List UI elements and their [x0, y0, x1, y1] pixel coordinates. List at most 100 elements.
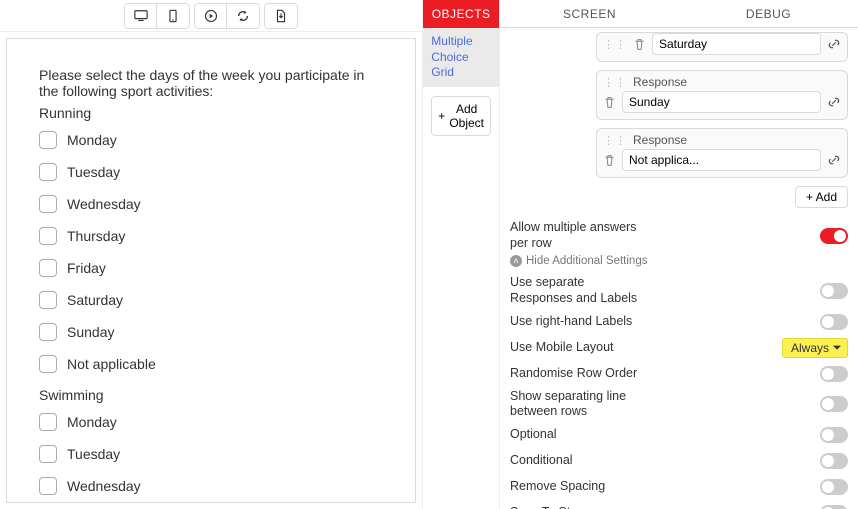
add-object-label: Add Object — [449, 102, 484, 130]
inspector-pane: SCREEN DEBUG ⋮⋮⋮⋮Response⋮⋮Response + Ad… — [500, 0, 858, 509]
link-icon[interactable] — [827, 37, 841, 51]
setting-label: Allow multiple answers per row — [510, 220, 640, 251]
option-label: Thursday — [67, 228, 125, 244]
response-block: ⋮⋮Response — [596, 70, 848, 120]
option-label: Wednesday — [67, 196, 141, 212]
setting-randomise: Randomise Row Order — [510, 363, 848, 385]
toggle-allow-multiple[interactable] — [820, 228, 848, 244]
setting-label: Use separate Responses and Labels — [510, 275, 640, 306]
response-title: Response — [633, 133, 687, 147]
option-row[interactable]: Wednesday — [39, 477, 383, 495]
tab-screen[interactable]: SCREEN — [500, 0, 679, 28]
drag-handle-icon[interactable]: ⋮⋮ — [603, 76, 627, 89]
link-icon[interactable] — [827, 95, 841, 109]
plus-icon: + — [438, 109, 445, 123]
refresh-icon — [236, 9, 250, 23]
option-row[interactable]: Monday — [39, 131, 383, 149]
checkbox[interactable] — [39, 163, 57, 181]
option-row[interactable]: Saturday — [39, 291, 383, 309]
checkbox[interactable] — [39, 355, 57, 373]
toggle-spacing[interactable] — [820, 479, 848, 495]
setting-sepline: Show separating line between rows — [510, 389, 848, 420]
option-row[interactable]: Sunday — [39, 323, 383, 341]
checkbox[interactable] — [39, 259, 57, 277]
group-label: Running — [39, 105, 383, 121]
option-row[interactable]: Tuesday — [39, 445, 383, 463]
setting-label: Randomise Row Order — [510, 366, 637, 382]
drag-handle-icon[interactable]: ⋮⋮ — [603, 38, 627, 51]
preview-canvas[interactable]: Please select the days of the week you p… — [6, 38, 416, 503]
object-item-mcgrid[interactable]: Multiple Choice Grid — [423, 28, 499, 88]
response-input[interactable] — [622, 91, 821, 113]
response-input[interactable] — [652, 33, 821, 55]
response-input[interactable] — [622, 149, 821, 171]
toggle-randomise[interactable] — [820, 366, 848, 382]
link-icon[interactable] — [827, 153, 841, 167]
question-text: Please select the days of the week you p… — [39, 67, 383, 99]
checkbox[interactable] — [39, 413, 57, 431]
drag-handle-icon[interactable]: ⋮⋮ — [603, 134, 627, 147]
option-label: Sunday — [67, 324, 114, 340]
checkbox[interactable] — [39, 477, 57, 495]
setting-spacing: Remove Spacing — [510, 476, 848, 498]
refresh-button[interactable] — [227, 4, 259, 28]
toggle-conditional[interactable] — [820, 453, 848, 469]
setting-label: Use right-hand Labels — [510, 314, 632, 330]
file-icon — [274, 9, 288, 23]
chevron-up-icon: ˄ — [510, 255, 522, 267]
option-row[interactable]: Wednesday — [39, 195, 383, 213]
toggle-righthand[interactable] — [820, 314, 848, 330]
setting-label: Optional — [510, 427, 557, 443]
desktop-icon — [134, 9, 148, 23]
toggle-optional[interactable] — [820, 427, 848, 443]
option-label: Saturday — [67, 292, 123, 308]
trash-icon[interactable] — [603, 96, 616, 109]
setting-mobile: Use Mobile LayoutAlways — [510, 337, 848, 359]
action-group — [194, 3, 260, 29]
setting-label: Save To Store — [510, 505, 588, 509]
toggle-separate[interactable] — [820, 283, 848, 299]
setting-store: Save To Store — [510, 502, 848, 509]
mobile-button[interactable] — [157, 4, 189, 28]
option-row[interactable]: Friday — [39, 259, 383, 277]
option-row[interactable]: Tuesday — [39, 163, 383, 181]
toggle-store[interactable] — [820, 505, 848, 509]
right-tabs: SCREEN DEBUG — [500, 0, 858, 28]
preview-toolbar — [0, 0, 422, 32]
add-response-button[interactable]: + Add — [795, 186, 848, 208]
desktop-button[interactable] — [125, 4, 157, 28]
checkbox[interactable] — [39, 227, 57, 245]
trash-icon[interactable] — [603, 154, 616, 167]
mid-tabs: OBJECTS — [423, 0, 499, 28]
add-object-button[interactable]: + Add Object — [431, 96, 491, 136]
setting-optional: Optional — [510, 424, 848, 446]
option-row[interactable]: Monday — [39, 413, 383, 431]
tab-objects[interactable]: OBJECTS — [423, 0, 499, 28]
hide-additional-settings[interactable]: ˄ Hide Additional Settings — [510, 255, 848, 267]
setting-label: Show separating line between rows — [510, 389, 640, 420]
checkbox[interactable] — [39, 445, 57, 463]
toggle-sepline[interactable] — [820, 396, 848, 412]
option-row[interactable]: Not applicable — [39, 355, 383, 373]
setting-label: Conditional — [510, 453, 573, 469]
object-list: Multiple Choice Grid — [423, 28, 499, 88]
group-label: Swimming — [39, 387, 383, 403]
play-icon — [204, 9, 218, 23]
checkbox[interactable] — [39, 291, 57, 309]
setting-conditional: Conditional — [510, 450, 848, 472]
option-label: Tuesday — [67, 446, 120, 462]
tab-debug[interactable]: DEBUG — [679, 0, 858, 28]
select-mobile[interactable]: Always — [782, 338, 848, 358]
file-button[interactable] — [265, 4, 297, 28]
play-button[interactable] — [195, 4, 227, 28]
option-label: Tuesday — [67, 164, 120, 180]
export-group — [264, 3, 298, 29]
checkbox[interactable] — [39, 195, 57, 213]
checkbox[interactable] — [39, 323, 57, 341]
option-row[interactable]: Thursday — [39, 227, 383, 245]
checkbox[interactable] — [39, 131, 57, 149]
trash-icon[interactable] — [633, 38, 646, 51]
mobile-icon — [166, 9, 180, 23]
option-label: Not applicable — [67, 356, 156, 372]
option-label: Monday — [67, 132, 117, 148]
